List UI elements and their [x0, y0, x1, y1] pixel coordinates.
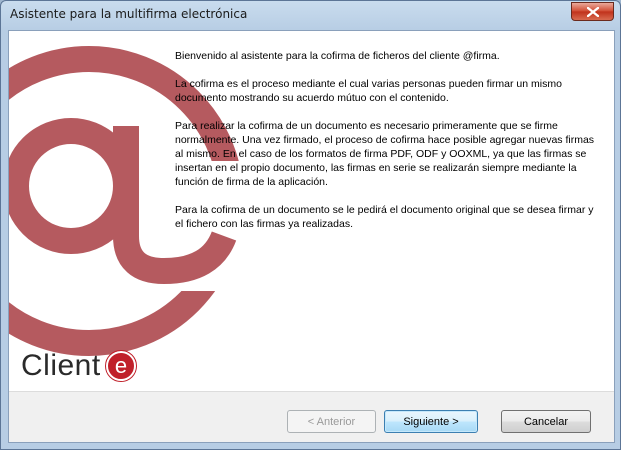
- button-bar: < Anterior Siguiente > Cancelar: [9, 391, 614, 442]
- process-paragraph: Para realizar la cofirma de un documento…: [175, 120, 595, 188]
- window-title: Asistente para la multifirma electrónica: [10, 7, 248, 21]
- wizard-window: Asistente para la multifirma electrónica…: [0, 0, 621, 450]
- wizard-content-area: Bienvenido al asistente para la cofirma …: [8, 30, 615, 443]
- next-button[interactable]: Siguiente >: [384, 410, 478, 433]
- requirements-paragraph: Para la cofirma de un documento se le pe…: [175, 204, 594, 230]
- intro-paragraph: Bienvenido al asistente para la cofirma …: [175, 50, 500, 62]
- close-button[interactable]: [571, 2, 614, 21]
- brand-e-badge-icon: e: [104, 350, 137, 382]
- brand-letter: e: [115, 353, 127, 378]
- brand-word: Client: [21, 349, 101, 382]
- title-bar[interactable]: Asistente para la multifirma electrónica: [1, 1, 620, 29]
- close-icon: [586, 6, 599, 17]
- welcome-text: Bienvenido al asistente para la cofirma …: [175, 49, 595, 245]
- definition-paragraph: La cofirma es el proceso mediante el cua…: [175, 78, 562, 104]
- cancel-button[interactable]: Cancelar: [501, 410, 591, 433]
- previous-button[interactable]: < Anterior: [287, 410, 376, 433]
- client-e-logo: Client e: [21, 349, 143, 397]
